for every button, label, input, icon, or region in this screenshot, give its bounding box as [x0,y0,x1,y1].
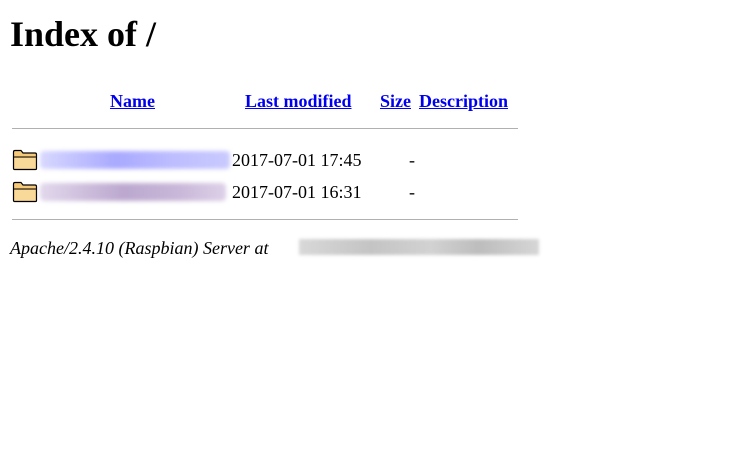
last-modified-cell: 2017-07-01 16:31 [232,182,362,202]
redacted-host [299,239,539,255]
directory-listing-page: Index of / Name Last modified Size Descr… [0,0,750,453]
server-signature: Apache/2.4.10 (Raspbian) Server at [10,238,269,258]
table-row: 2017-07-01 16:31 - [0,180,560,204]
redacted-name [40,183,226,201]
header-divider [12,128,518,129]
redacted-name [40,151,230,169]
footer-divider [12,219,518,220]
last-modified-cell: 2017-07-01 17:45 [232,150,362,170]
size-cell: - [409,150,415,170]
table-row: 2017-07-01 17:45 - [0,148,560,172]
folder-icon [12,149,38,171]
size-cell: - [409,182,415,202]
sort-by-size-link[interactable]: Size [380,90,411,112]
page-title: Index of / [10,14,157,54]
sort-by-name-link[interactable]: Name [110,90,155,112]
sort-by-description-link[interactable]: Description [419,90,508,112]
sort-by-last-modified-link[interactable]: Last modified [245,90,352,112]
folder-icon [12,181,38,203]
